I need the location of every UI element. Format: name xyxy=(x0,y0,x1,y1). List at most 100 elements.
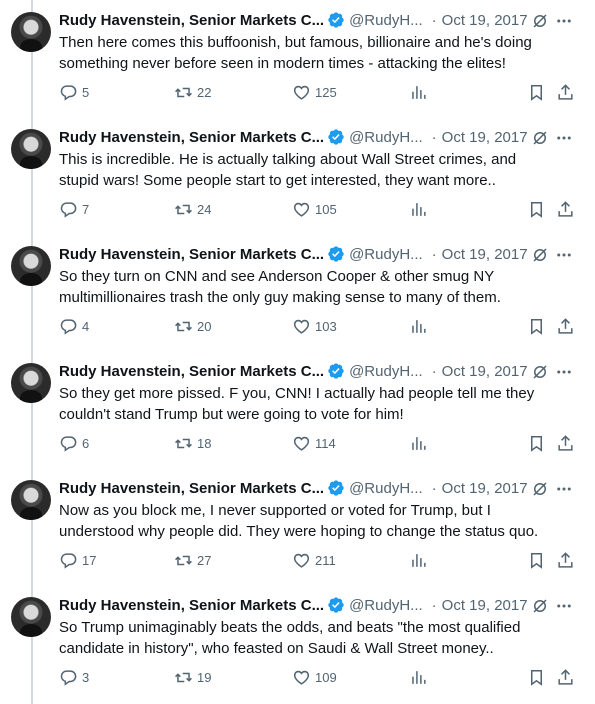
retweet-count: 19 xyxy=(197,669,212,685)
separator-dot: · xyxy=(431,245,437,263)
more-options-icon[interactable] xyxy=(555,12,573,30)
like-count: 103 xyxy=(315,318,337,334)
grok-icon[interactable] xyxy=(531,12,549,30)
tweet[interactable]: Rudy Havenstein, Senior Markets C... @Ru… xyxy=(0,585,595,702)
views-button[interactable] xyxy=(409,194,432,224)
reply-button[interactable]: 4 xyxy=(59,311,89,341)
author-name[interactable]: Rudy Havenstein, Senior Markets C... xyxy=(59,480,324,497)
author-name[interactable]: Rudy Havenstein, Senior Markets C... xyxy=(59,363,324,380)
verified-badge-icon xyxy=(328,12,344,28)
author-name[interactable]: Rudy Havenstein, Senior Markets C... xyxy=(59,597,324,614)
grok-icon[interactable] xyxy=(531,480,549,498)
tweet-text: This is incredible. He is actually talki… xyxy=(59,151,517,189)
views-button[interactable] xyxy=(409,662,432,692)
share-button[interactable] xyxy=(556,194,579,224)
author-name[interactable]: Rudy Havenstein, Senior Markets C... xyxy=(59,246,324,263)
more-options-icon[interactable] xyxy=(555,597,573,615)
retweet-count: 22 xyxy=(197,84,212,100)
tweet-header: Rudy Havenstein, Senior Markets C... @Ru… xyxy=(59,477,579,499)
views-button[interactable] xyxy=(409,545,432,575)
author-handle[interactable]: @RudyH... xyxy=(349,597,423,614)
tweet[interactable]: Rudy Havenstein, Senior Markets C... @Ru… xyxy=(0,351,595,468)
more-options-icon[interactable] xyxy=(555,129,573,147)
more-options-icon[interactable] xyxy=(555,363,573,381)
reply-button[interactable]: 5 xyxy=(59,77,89,107)
views-button[interactable] xyxy=(409,428,432,458)
retweet-button[interactable]: 22 xyxy=(174,77,211,107)
avatar[interactable] xyxy=(11,480,51,520)
author-handle[interactable]: @RudyH... xyxy=(349,480,423,497)
tweet-date[interactable]: Oct 19, 2017 xyxy=(442,597,528,614)
author-handle[interactable]: @RudyH... xyxy=(349,246,423,263)
retweet-button[interactable]: 19 xyxy=(174,662,211,692)
avatar[interactable] xyxy=(11,597,51,637)
tweet-date[interactable]: Oct 19, 2017 xyxy=(442,246,528,263)
views-icon xyxy=(412,670,426,684)
retweet-button[interactable]: 27 xyxy=(174,545,211,575)
reply-button[interactable]: 6 xyxy=(59,428,89,458)
tweet[interactable]: Rudy Havenstein, Senior Markets C... @Ru… xyxy=(0,234,595,351)
share-button[interactable] xyxy=(556,662,579,692)
bookmark-button[interactable] xyxy=(527,311,550,341)
views-button[interactable] xyxy=(409,77,432,107)
avatar[interactable] xyxy=(11,129,51,169)
reply-button[interactable]: 17 xyxy=(59,545,96,575)
tweet-text: So they get more pissed. F you, CNN! I a… xyxy=(59,385,535,423)
avatar[interactable] xyxy=(11,246,51,286)
like-button[interactable]: 105 xyxy=(292,194,337,224)
retweet-icon xyxy=(175,672,192,682)
tweet[interactable]: Rudy Havenstein, Senior Markets C... @Ru… xyxy=(0,468,595,585)
tweet-date[interactable]: Oct 19, 2017 xyxy=(442,480,528,497)
share-button[interactable] xyxy=(556,77,579,107)
share-button[interactable] xyxy=(556,428,579,458)
tweet-actions: 7 24 105 xyxy=(59,194,579,224)
tweet-date[interactable]: Oct 19, 2017 xyxy=(442,363,528,380)
retweet-button[interactable]: 24 xyxy=(174,194,211,224)
grok-icon[interactable] xyxy=(531,246,549,264)
reply-icon xyxy=(60,201,77,218)
like-button[interactable]: 125 xyxy=(292,77,337,107)
more-options-icon[interactable] xyxy=(555,246,573,264)
verified-badge-icon xyxy=(328,246,344,262)
tweet-date[interactable]: Oct 19, 2017 xyxy=(442,129,528,146)
like-button[interactable]: 211 xyxy=(292,545,336,575)
tweet-actions: 17 27 211 xyxy=(59,545,579,575)
bookmark-button[interactable] xyxy=(527,77,550,107)
author-handle[interactable]: @RudyH... xyxy=(349,363,423,380)
retweet-button[interactable]: 18 xyxy=(174,428,211,458)
retweet-button[interactable]: 20 xyxy=(174,311,211,341)
retweet-icon xyxy=(175,321,192,331)
separator-dot: · xyxy=(431,11,437,29)
like-button[interactable]: 114 xyxy=(292,428,336,458)
avatar[interactable] xyxy=(11,363,51,403)
views-button[interactable] xyxy=(409,311,432,341)
author-handle[interactable]: @RudyH... xyxy=(349,12,423,29)
grok-icon[interactable] xyxy=(531,363,549,381)
author-name[interactable]: Rudy Havenstein, Senior Markets C... xyxy=(59,129,324,146)
grok-icon[interactable] xyxy=(531,597,549,615)
reply-button[interactable]: 7 xyxy=(59,194,89,224)
reply-button[interactable]: 3 xyxy=(59,662,89,692)
like-button[interactable]: 103 xyxy=(292,311,337,341)
tweet[interactable]: Rudy Havenstein, Senior Markets C... @Ru… xyxy=(0,0,595,117)
tweet-header: Rudy Havenstein, Senior Markets C... @Ru… xyxy=(59,360,579,382)
bookmark-button[interactable] xyxy=(527,194,550,224)
like-button[interactable]: 109 xyxy=(292,662,337,692)
bookmark-button[interactable] xyxy=(527,662,550,692)
bookmark-button[interactable] xyxy=(527,545,550,575)
author-name[interactable]: Rudy Havenstein, Senior Markets C... xyxy=(59,12,324,29)
tweet[interactable]: Rudy Havenstein, Senior Markets C... @Ru… xyxy=(0,117,595,234)
tweet-date[interactable]: Oct 19, 2017 xyxy=(442,12,528,29)
author-handle[interactable]: @RudyH... xyxy=(349,129,423,146)
like-count: 105 xyxy=(315,201,337,217)
bookmark-button[interactable] xyxy=(527,428,550,458)
share-button[interactable] xyxy=(556,545,579,575)
share-button[interactable] xyxy=(556,311,579,341)
bookmark-icon xyxy=(530,669,543,686)
more-options-icon[interactable] xyxy=(555,480,573,498)
separator-dot: · xyxy=(431,596,437,614)
reply-icon xyxy=(60,318,77,335)
like-count: 211 xyxy=(315,552,336,568)
avatar[interactable] xyxy=(11,12,51,52)
grok-icon[interactable] xyxy=(531,129,549,147)
